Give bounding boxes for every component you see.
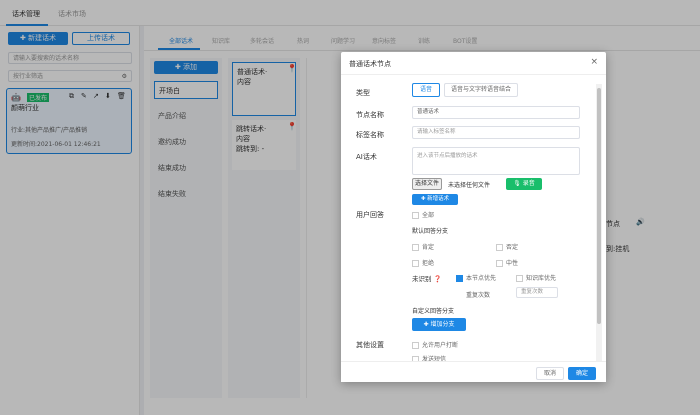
custom-branch-label: 自定义回答分支 xyxy=(412,308,455,315)
node-name-input[interactable]: 普通话术 xyxy=(412,106,580,119)
dialog-title: 普通话术节点 xyxy=(349,60,391,68)
repeat-count-input[interactable]: 重复次数 xyxy=(516,287,558,298)
dialog-footer xyxy=(341,361,606,382)
node-first-checkbox[interactable]: 本节点优先 xyxy=(456,273,496,282)
confirm-button[interactable]: 确定 xyxy=(568,367,596,380)
close-icon[interactable]: × xyxy=(590,57,598,67)
help-icon: ❓ xyxy=(433,275,442,283)
branch-reject-checkbox[interactable]: 拒绝 xyxy=(412,258,434,267)
tag-name-label: 标签名称 xyxy=(356,131,384,139)
ai-script-label: AI话术 xyxy=(356,153,377,161)
add-script-button[interactable]: ✚ 新增话术 xyxy=(412,194,458,205)
tag-name-input[interactable]: 请输入标签名称 xyxy=(412,126,580,139)
cancel-button[interactable]: 取消 xyxy=(536,367,564,380)
allow-interrupt-checkbox[interactable]: 允许用户打断 xyxy=(412,340,458,349)
dialog-divider xyxy=(341,74,606,75)
repeat-label: 重复次数 xyxy=(466,292,491,299)
add-branch-button[interactable]: ✚ 增加分支 xyxy=(412,318,466,331)
record-button[interactable]: 🎙 录音 xyxy=(506,178,542,190)
dialog-scroll-thumb[interactable] xyxy=(597,88,601,324)
other-settings-label: 其他设置 xyxy=(356,341,384,349)
type-label: 类型 xyxy=(356,89,370,97)
file-status-text: 未选择任何文件 xyxy=(448,182,491,189)
branch-deny-checkbox[interactable]: 否定 xyxy=(496,242,518,251)
kb-first-checkbox[interactable]: 知识库优先 xyxy=(516,273,556,282)
type-voice-tts-button[interactable]: 语音与文字转语音结合 xyxy=(444,83,518,97)
node-name-label: 节点名称 xyxy=(356,111,384,119)
choose-file-button[interactable]: 选择文件 xyxy=(412,178,442,190)
branch-affirm-checkbox[interactable]: 肯定 xyxy=(412,242,434,251)
default-branch-label: 默认回答分支 xyxy=(412,228,449,235)
type-voice-button[interactable]: 语音 xyxy=(412,83,440,97)
unrecognized-label: 未识别 ❓ xyxy=(412,275,442,283)
branch-neutral-checkbox[interactable]: 中性 xyxy=(496,258,518,267)
ai-script-textarea[interactable]: 进入该节点后播放的话术 xyxy=(412,147,580,175)
all-checkbox[interactable]: 全部 xyxy=(412,210,434,219)
user-reply-label: 用户回答 xyxy=(356,211,384,219)
